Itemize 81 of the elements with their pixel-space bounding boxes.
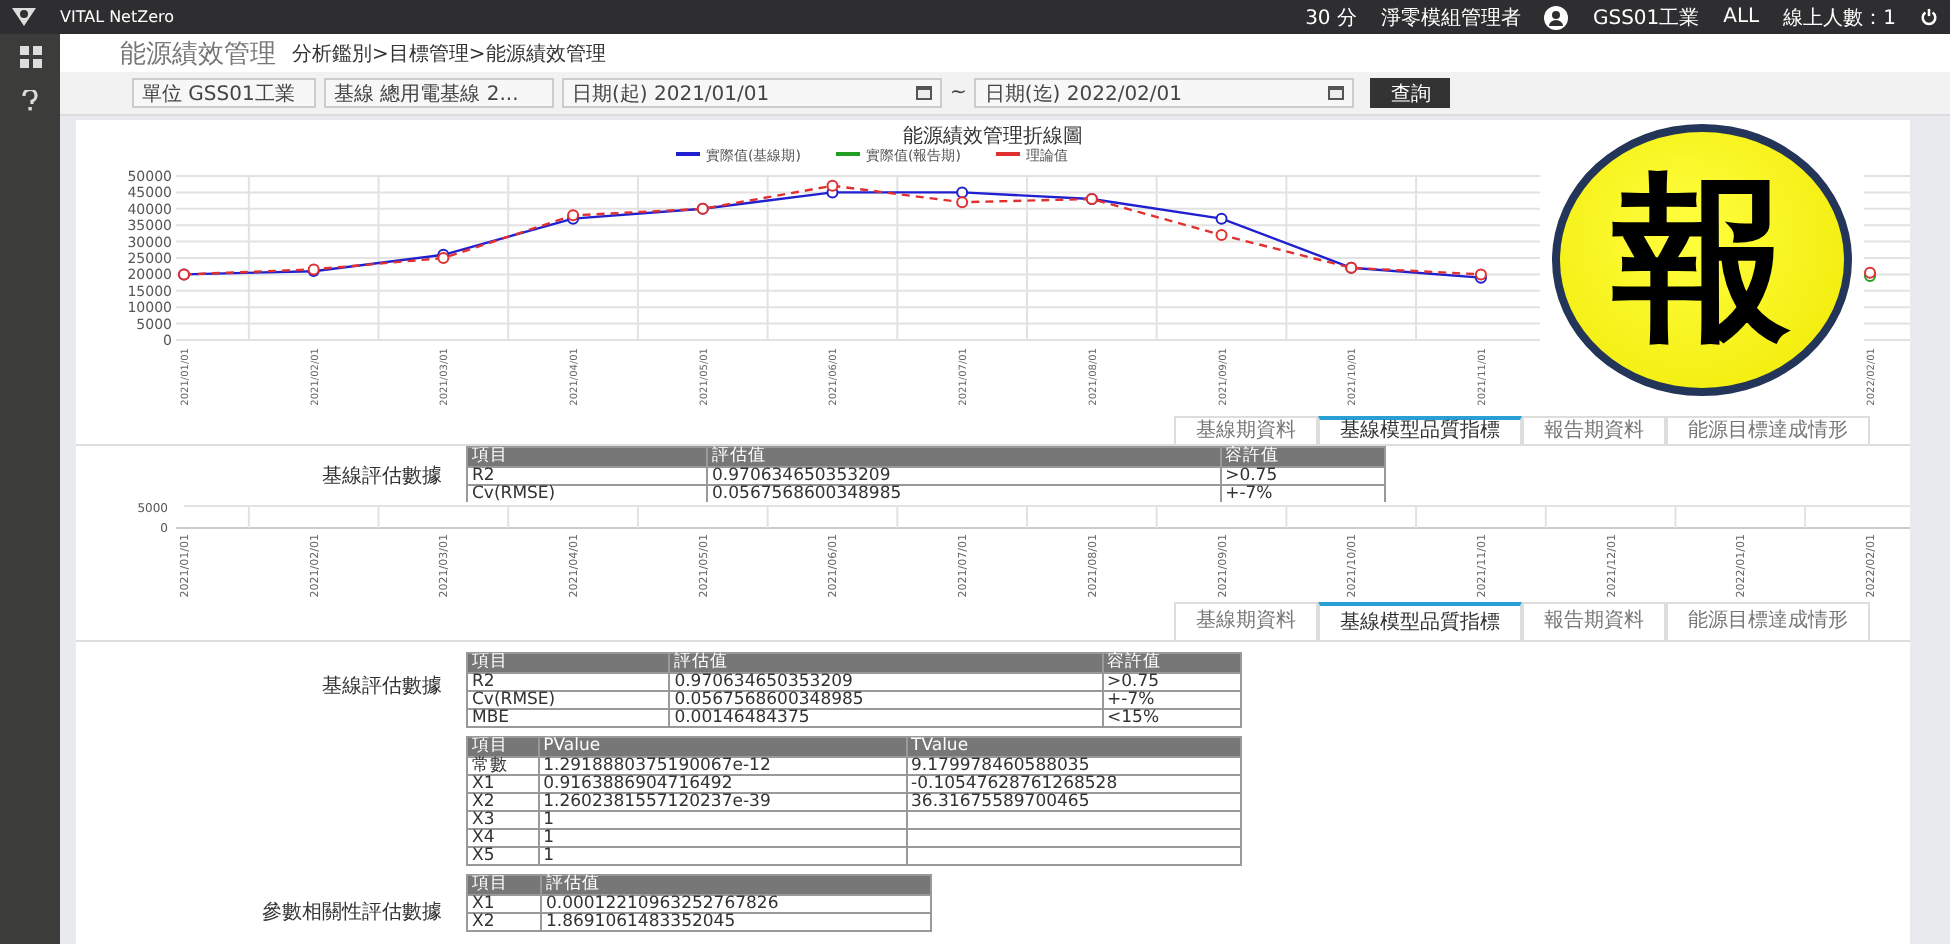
table-cell: R2 <box>467 673 670 691</box>
page-title: 能源績效管理 <box>120 37 276 71</box>
table-cell: R2 <box>467 467 708 485</box>
logo-icon <box>12 8 36 26</box>
tab[interactable]: 基線期資料 <box>1174 416 1318 444</box>
table-cell: 0.0567568600348985 <box>669 691 1103 709</box>
column-header: 容許值 <box>1102 653 1241 673</box>
top-bar-item: ALL <box>1723 6 1760 28</box>
column-header: 評估值 <box>707 447 1221 467</box>
table-cell: 1.2602381557120237e-39 <box>538 793 907 811</box>
table-cell: 0.970634650353209 <box>707 467 1221 485</box>
table-cell: X2 <box>467 793 539 811</box>
table-cell: <15% <box>1102 709 1241 727</box>
top-bar-item: 30 分 <box>1305 5 1357 31</box>
tab[interactable]: 報告期資料 <box>1522 416 1666 444</box>
section-label: 參數相關性評估數據 <box>260 899 444 926</box>
table-cell: 0.00012210963252767826 <box>540 895 931 913</box>
column-header: 項目 <box>467 653 670 673</box>
tab[interactable]: 基線模型品質指標 <box>1318 416 1522 444</box>
table-cell: 常數 <box>467 757 539 775</box>
table-cell: 0.00146484375 <box>669 709 1103 727</box>
table-cell: +-7% <box>1102 691 1241 709</box>
breadcrumb: 分析鑑別>目標管理>能源績效管理 <box>292 41 606 67</box>
column-header: 項目 <box>467 737 539 757</box>
section-label: 基線評估數據 <box>320 673 444 700</box>
column-header: TValue <box>906 737 1241 757</box>
grid-menu-icon[interactable] <box>16 42 44 70</box>
tab[interactable]: 基線期資料 <box>1174 602 1318 640</box>
column-header: 評估值 <box>669 653 1103 673</box>
tab[interactable]: 報告期資料 <box>1522 602 1666 640</box>
help-icon[interactable] <box>16 86 44 114</box>
table-cell: X4 <box>467 829 539 847</box>
calendar-icon[interactable] <box>1328 86 1345 100</box>
table-cell: 0.970634650353209 <box>669 673 1103 691</box>
table-cell: >0.75 <box>1220 467 1385 485</box>
column-header: 容許值 <box>1220 447 1385 467</box>
table-cell: MBE <box>467 709 670 727</box>
table-cell: 1.8691061483352045 <box>540 913 931 931</box>
top-bar-item: GSS01工業 <box>1592 5 1700 31</box>
power-icon[interactable] <box>1920 8 1938 26</box>
table-cell: 1 <box>538 829 907 847</box>
top-bar-item: 淨零模組管理者 <box>1380 5 1521 31</box>
column-header: 項目 <box>467 447 708 467</box>
table-cell: X2 <box>467 913 541 931</box>
table-cell: 9.179978460588035 <box>906 757 1241 775</box>
table-cell: >0.75 <box>1102 673 1241 691</box>
tab[interactable]: 能源目標達成情形 <box>1666 602 1870 640</box>
column-header: PValue <box>538 737 907 757</box>
table-cell: X1 <box>467 895 541 913</box>
chart-title: 能源績效管理折線圖 <box>903 126 1083 148</box>
range-separator: ~ <box>950 82 967 104</box>
table-cell: Cv(RMSE) <box>467 691 670 709</box>
point <box>956 196 969 209</box>
report-badge: 報 <box>1552 124 1852 396</box>
table-cell: 0.9163886904716492 <box>538 775 907 793</box>
table-cell: 1.2918880375190067e-12 <box>538 757 907 775</box>
table-cell: X1 <box>467 775 539 793</box>
date-field[interactable]: 日期(迄) 2022/02/01 <box>974 78 1355 108</box>
point <box>1215 212 1228 225</box>
query-button[interactable]: 查詢 <box>1370 78 1451 108</box>
table-cell: -0.10547628761268528 <box>906 775 1241 793</box>
select-field[interactable]: 基線 總用電基線 2... <box>324 78 554 108</box>
top-bar-item: 線上人數：1 <box>1783 5 1896 31</box>
user-icon[interactable] <box>1544 5 1569 29</box>
table-cell: 1 <box>538 847 907 865</box>
table-cell: X5 <box>467 847 539 865</box>
section-label: 基線評估數據 <box>320 463 444 490</box>
select-field[interactable]: 單位 GSS01工業 <box>132 78 316 108</box>
column-header: 項目 <box>467 875 541 895</box>
column-header: 評估值 <box>540 875 931 895</box>
point <box>826 179 839 192</box>
tab[interactable]: 基線模型品質指標 <box>1318 602 1522 640</box>
table-cell: X3 <box>467 811 539 829</box>
point <box>956 186 969 199</box>
calendar-icon[interactable] <box>916 86 932 100</box>
brand-name: VITAL NetZero <box>60 8 175 26</box>
table-cell: 1 <box>538 811 907 829</box>
tab[interactable]: 能源目標達成情形 <box>1666 416 1870 444</box>
point <box>1215 229 1228 242</box>
table-cell: 36.31675589700465 <box>906 793 1241 811</box>
date-field[interactable]: 日期(起) 2021/01/01 <box>562 78 942 108</box>
